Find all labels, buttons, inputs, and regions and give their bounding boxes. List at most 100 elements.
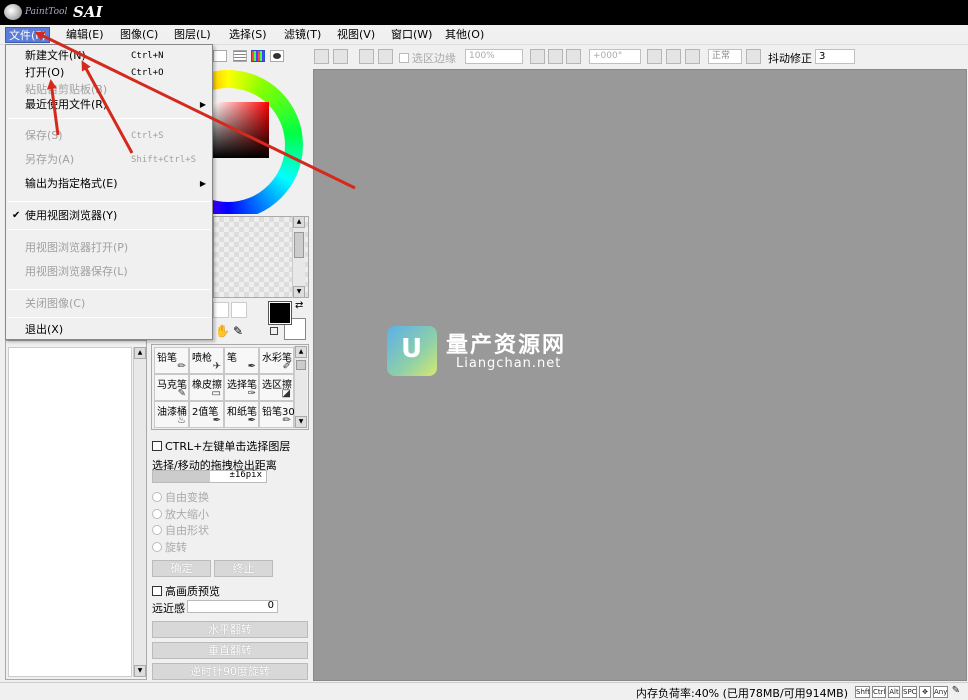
logo-small-text: PaintTool	[25, 7, 68, 17]
scale-option[interactable]: 放大缩小	[152, 506, 209, 522]
menu-window[interactable]: 窗口(W)	[388, 27, 435, 43]
deselect-button[interactable]	[359, 49, 374, 64]
flip-horizontal-button[interactable]: 水平翻转	[152, 621, 308, 638]
scroll-down-icon[interactable]: ▼	[295, 416, 307, 428]
menu-layer[interactable]: 图层(L)	[171, 27, 214, 43]
drag-distance-slider[interactable]: ±16pix	[152, 470, 267, 483]
undo-button[interactable]	[314, 49, 329, 64]
scroll-down-icon[interactable]: ▼	[134, 665, 146, 677]
watermark: U 量产资源网 Liangchan.net	[387, 326, 607, 382]
submenu-arrow-icon: ▶	[199, 179, 206, 188]
menu-viewer-open[interactable]: 用视图浏览器打开(P)	[6, 239, 212, 257]
zoom-field[interactable]: 100%	[465, 49, 523, 64]
invert-selection-button[interactable]	[378, 49, 393, 64]
pen-icon: ✎	[951, 685, 961, 696]
menu-select[interactable]: 选择(S)	[226, 27, 270, 43]
layer-scrollbar[interactable]: ▲ ▼	[133, 347, 146, 677]
scroll-up-icon[interactable]: ▲	[293, 216, 305, 228]
confirm-button[interactable]: 确定	[152, 560, 211, 577]
menu-export[interactable]: 输出为指定格式(E) ▶	[6, 175, 212, 193]
menu-edit[interactable]: 编辑(E)	[63, 27, 107, 43]
menu-use-viewer[interactable]: ✔ 使用视图浏览器(Y)	[6, 207, 212, 225]
menu-save-as[interactable]: 另存为(A) Shift+Ctrl+S	[6, 151, 212, 169]
redo-button[interactable]	[333, 49, 348, 64]
rotate-ccw-button[interactable]: 逆时针90度旋转	[152, 663, 308, 680]
tool-5[interactable]: 马克笔 ✎	[154, 374, 189, 401]
tool-3[interactable]: 笔 ✒	[224, 347, 259, 374]
menu-recent-files[interactable]: 最近使用文件(R) ▶	[6, 96, 212, 114]
menu-file[interactable]: 文件(F)	[5, 27, 50, 43]
tool-7[interactable]: 选择笔 ✑	[224, 374, 259, 401]
tool-10[interactable]: 2值笔 ✒	[189, 401, 224, 428]
scroll-thumb[interactable]	[296, 360, 306, 370]
menu-view[interactable]: 视图(V)	[334, 27, 378, 43]
flip-button[interactable]	[746, 49, 761, 64]
menu-close-image[interactable]: 关闭图像(C)	[6, 295, 212, 313]
tool-scrollbar[interactable]: ▲ ▼	[294, 346, 307, 428]
free-transform-option[interactable]: 自由变换	[152, 489, 209, 505]
rotate-right-button[interactable]	[666, 49, 681, 64]
perspective-slider[interactable]: 0	[187, 600, 278, 613]
tool-2[interactable]: 喷枪 ✈	[189, 347, 224, 374]
scroll-thumb[interactable]	[294, 232, 304, 258]
swatch-slot[interactable]	[213, 302, 229, 318]
hand-icon[interactable]: ✋	[215, 324, 230, 338]
scratchpad-tab-icon[interactable]	[270, 50, 284, 62]
menu-other[interactable]: 其他(O)	[442, 27, 487, 43]
menu-viewer-save[interactable]: 用视图浏览器保存(L)	[6, 263, 212, 281]
tool-6[interactable]: 橡皮擦 ▭	[189, 374, 224, 401]
swatch-slot[interactable]	[231, 302, 247, 318]
toolbar: 选区边缘 100% +000° 正常 抖动修正 3	[313, 46, 968, 68]
scroll-up-icon[interactable]: ▲	[295, 346, 307, 358]
slider-tab-icon[interactable]	[233, 50, 247, 62]
checkbox-icon[interactable]	[152, 586, 162, 596]
tool-12[interactable]: 铅笔30 ✏	[259, 401, 295, 428]
palette-tab-icon[interactable]	[251, 50, 265, 62]
perspective-value: 0	[267, 600, 274, 611]
swap-colors-icon[interactable]: ⇄	[295, 300, 303, 311]
checkbox-icon[interactable]	[152, 441, 162, 451]
menu-exit[interactable]: 退出(X)	[6, 321, 212, 339]
stabilizer-select[interactable]: 3	[815, 49, 855, 64]
layer-list[interactable]	[8, 347, 132, 677]
cancel-button[interactable]: 终止	[214, 560, 273, 577]
menu-new-file[interactable]: 新建文件(N) Ctrl+N	[6, 47, 212, 65]
zoom-in-button[interactable]	[548, 49, 563, 64]
tool-11[interactable]: 和纸笔 ✒	[224, 401, 259, 428]
menu-open[interactable]: 打开(O) Ctrl+O	[6, 64, 212, 82]
scroll-down-icon[interactable]: ▼	[293, 286, 305, 298]
memory-usage: 内存负荷率:40% (已用78MB/可用914MB)	[635, 687, 848, 700]
eyedropper-icon[interactable]: ✎	[233, 324, 243, 338]
rotate-left-button[interactable]	[647, 49, 662, 64]
tool-icons-row: ✋ ✎	[213, 324, 267, 340]
rotate-reset-button[interactable]	[685, 49, 700, 64]
reset-colors-icon[interactable]	[270, 327, 278, 335]
free-shape-option[interactable]: 自由形状	[152, 522, 209, 538]
tool-4[interactable]: 水彩笔 ✐	[259, 347, 294, 374]
canvas-area[interactable]: U 量产资源网 Liangchan.net	[313, 69, 967, 681]
app-logo: PaintTool SAI	[3, 3, 115, 22]
menu-save[interactable]: 保存(S) Ctrl+S	[6, 127, 212, 145]
tool-8[interactable]: 选区擦 ◪	[259, 374, 294, 401]
foreground-color-swatch[interactable]	[268, 301, 292, 325]
rotate-option[interactable]: 旋转	[152, 539, 187, 555]
flip-vertical-button[interactable]: 垂直翻转	[152, 642, 308, 659]
hq-preview-option[interactable]: 高画质预览	[152, 583, 220, 599]
blend-mode-field[interactable]: 正常	[708, 49, 742, 64]
key-shift-indicator: Shft	[855, 686, 870, 698]
menu-filter[interactable]: 滤镜(T)	[281, 27, 324, 43]
scratch-scrollbar[interactable]: ▲ ▼	[292, 216, 305, 298]
scroll-up-icon[interactable]: ▲	[134, 347, 146, 359]
tool-9[interactable]: 油漆桶 ♨	[154, 401, 189, 428]
menu-image[interactable]: 图像(C)	[117, 27, 161, 43]
move-icon: ✥	[919, 686, 931, 698]
zoom-out-button[interactable]	[530, 49, 545, 64]
ctrl-select-layer-option[interactable]: CTRL+左键单击选择图层	[152, 438, 290, 454]
color-tab-1[interactable]	[213, 50, 227, 62]
color-wheel-panel[interactable]	[213, 66, 309, 214]
zoom-reset-button[interactable]	[566, 49, 581, 64]
saturation-value-square[interactable]	[213, 102, 269, 158]
select-edge-toggle[interactable]: 选区边缘	[399, 50, 456, 66]
tool-1[interactable]: 铅笔 ✏	[154, 347, 189, 374]
angle-field[interactable]: +000°	[589, 49, 641, 64]
